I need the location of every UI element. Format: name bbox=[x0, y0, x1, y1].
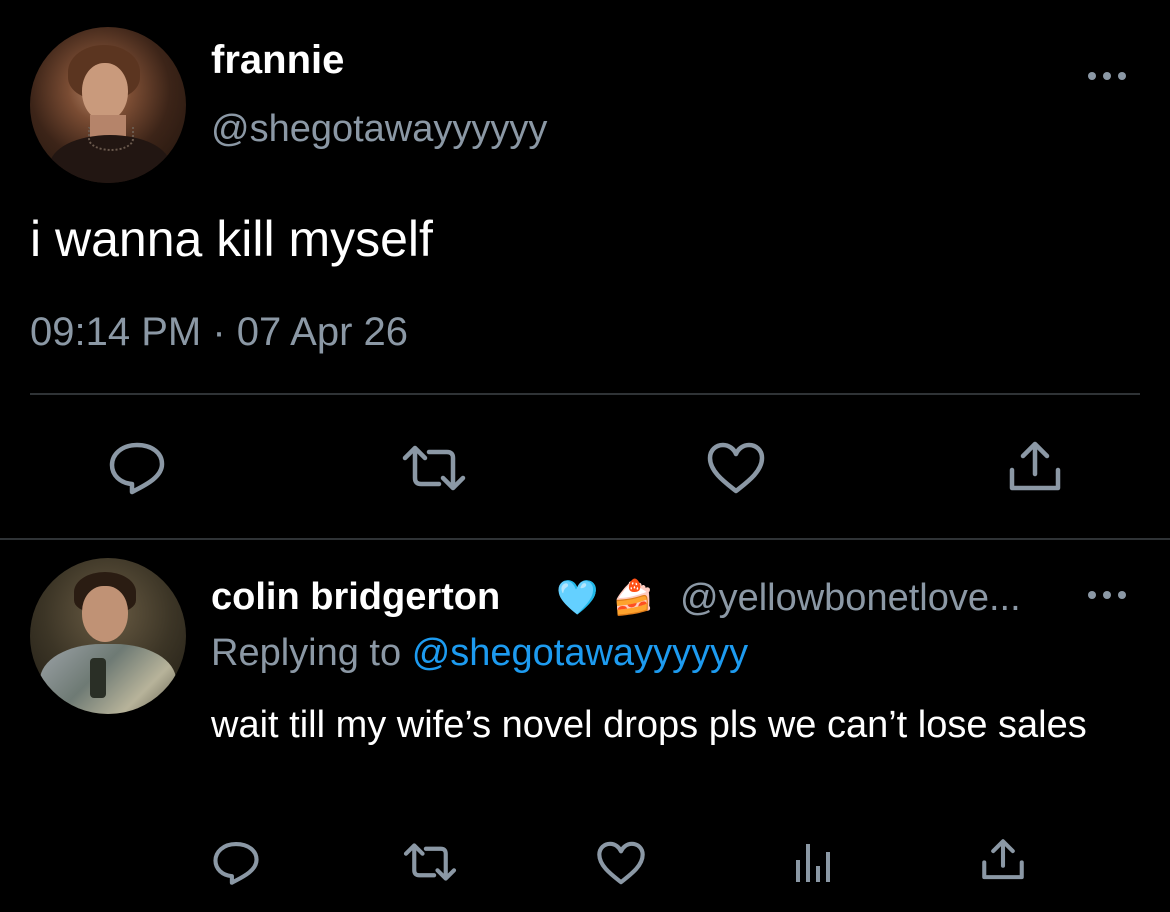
tweet-separator bbox=[0, 538, 1170, 540]
like-icon[interactable] bbox=[596, 840, 646, 886]
divider bbox=[30, 393, 1140, 395]
replying-to-handle-link[interactable]: @shegotawayyyyyy bbox=[412, 632, 748, 674]
replying-to-label: Replying to bbox=[211, 632, 402, 674]
reply-text: wait till my wife’s novel drops pls we c… bbox=[211, 704, 1087, 746]
more-options-icon[interactable] bbox=[1088, 589, 1126, 601]
more-options-icon[interactable] bbox=[1088, 70, 1126, 82]
tweet-timestamp[interactable]: 09:14 PM · 07 Apr 26 bbox=[30, 310, 408, 355]
author-display-name[interactable]: frannie bbox=[211, 38, 344, 83]
avatar[interactable] bbox=[30, 27, 186, 183]
share-icon[interactable] bbox=[1007, 440, 1063, 494]
share-icon[interactable] bbox=[980, 838, 1026, 882]
like-icon[interactable] bbox=[706, 441, 766, 495]
retweet-icon[interactable] bbox=[401, 842, 459, 882]
reply-author-handle[interactable]: @yellowbonetlove... bbox=[680, 577, 1021, 620]
tweet-thread: frannie @shegotawayyyyyy i wanna kill my… bbox=[0, 0, 1170, 912]
analytics-icon[interactable] bbox=[793, 840, 833, 884]
reply-icon[interactable] bbox=[211, 840, 261, 886]
light-blue-heart-emoji: 🩵 bbox=[556, 579, 599, 617]
author-handle[interactable]: @shegotawayyyyyy bbox=[211, 108, 547, 151]
cake-emoji: 🍰 bbox=[612, 579, 655, 617]
replying-to-line: Replying to @shegotawayyyyyy bbox=[211, 632, 748, 675]
reply-author-display-name[interactable]: colin bridgerton bbox=[211, 576, 500, 619]
retweet-icon[interactable] bbox=[399, 444, 469, 492]
avatar[interactable] bbox=[30, 558, 186, 714]
reply-icon[interactable] bbox=[107, 440, 167, 496]
tweet-text: i wanna kill myself bbox=[30, 211, 433, 267]
